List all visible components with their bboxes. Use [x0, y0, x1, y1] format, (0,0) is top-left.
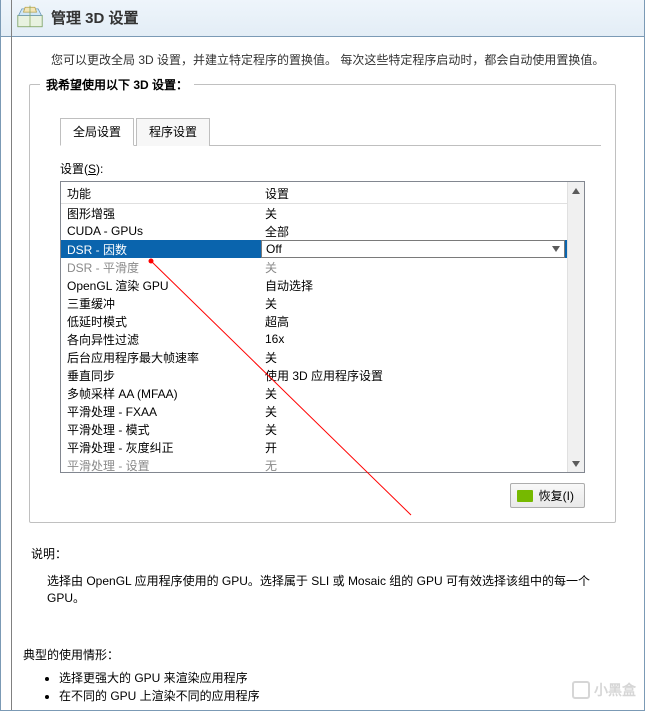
- setting-name: OpenGL 渲染 GPU: [61, 277, 261, 294]
- column-setting[interactable]: 设置: [261, 182, 584, 203]
- setting-value: 16x: [261, 332, 567, 346]
- setting-value: 关: [261, 421, 567, 438]
- table-row[interactable]: CUDA - GPUs全部: [61, 222, 567, 240]
- group-title: 我希望使用以下 3D 设置：: [40, 76, 194, 93]
- table-row[interactable]: 图形增强关: [61, 204, 567, 222]
- restore-label: 恢复(I): [539, 487, 574, 504]
- setting-name: 三重缓冲: [61, 295, 261, 312]
- table-row[interactable]: 平滑处理 - FXAA关: [61, 402, 567, 420]
- settings-label-suf: ):: [96, 162, 103, 176]
- grid-header: 功能 设置: [61, 182, 584, 204]
- table-row[interactable]: OpenGL 渲染 GPU自动选择: [61, 276, 567, 294]
- settings-group: 我希望使用以下 3D 设置： 全局设置 程序设置 设置(S): 功能 设置 图形…: [29, 84, 616, 523]
- restore-button[interactable]: 恢复(I): [510, 483, 585, 508]
- settings-label: 设置(S):: [60, 160, 601, 177]
- setting-name: 平滑处理 - 模式: [61, 421, 261, 438]
- setting-value: 自动选择: [261, 277, 567, 294]
- setting-value: 超高: [261, 313, 567, 330]
- setting-value: 关: [261, 349, 567, 366]
- setting-name: 平滑处理 - 灰度纠正: [61, 439, 261, 456]
- description-block: 说明： 选择由 OpenGL 应用程序使用的 GPU。选择属于 SLI 或 Mo…: [31, 545, 626, 606]
- table-row[interactable]: 多帧采样 AA (MFAA)关: [61, 384, 567, 402]
- scroll-up-button[interactable]: [568, 182, 584, 199]
- watermark-icon: [572, 681, 590, 699]
- list-item: 在不同的 GPU 上渲染不同的应用程序: [59, 687, 626, 704]
- table-row[interactable]: 平滑处理 - 灰度纠正开: [61, 438, 567, 456]
- setting-name: 垂直同步: [61, 367, 261, 384]
- tab-global[interactable]: 全局设置: [60, 118, 134, 146]
- setting-name: 平滑处理 - FXAA: [61, 403, 261, 420]
- chevron-down-icon: [552, 244, 560, 254]
- grid-body: 图形增强关CUDA - GPUs全部DSR - 因数OffDSR - 平滑度关O…: [61, 204, 584, 472]
- setting-value-dropdown[interactable]: Off: [261, 240, 565, 258]
- setting-name: CUDA - GPUs: [61, 224, 261, 238]
- setting-name: DSR - 因数: [61, 241, 261, 258]
- table-row[interactable]: 平滑处理 - 模式关: [61, 420, 567, 438]
- 3d-cube-icon: [17, 4, 43, 30]
- usage-label: 典型的使用情形：: [23, 646, 626, 663]
- setting-value: 开: [261, 439, 567, 456]
- setting-value: 关: [261, 259, 567, 276]
- restore-row: 恢复(I): [44, 483, 585, 508]
- table-row[interactable]: DSR - 平滑度关: [61, 258, 567, 276]
- setting-name: 各向异性过滤: [61, 331, 261, 348]
- table-row[interactable]: DSR - 因数 Off: [61, 240, 567, 258]
- table-row[interactable]: 垂直同步使用 3D 应用程序设置: [61, 366, 567, 384]
- table-row[interactable]: 三重缓冲关: [61, 294, 567, 312]
- settings-label-pre: 设置(: [60, 162, 88, 176]
- table-row[interactable]: 各向异性过滤16x: [61, 330, 567, 348]
- page-title: 管理 3D 设置: [51, 7, 139, 28]
- usage-block: 典型的使用情形： 选择更强大的 GPU 来渲染应用程序 在不同的 GPU 上渲染…: [23, 646, 626, 704]
- setting-value: 关: [261, 385, 567, 402]
- table-row[interactable]: 后台应用程序最大帧速率关: [61, 348, 567, 366]
- column-feature[interactable]: 功能: [61, 182, 261, 203]
- description-text: 选择由 OpenGL 应用程序使用的 GPU。选择属于 SLI 或 Mosaic…: [47, 572, 626, 606]
- description-label: 说明：: [31, 545, 626, 562]
- setting-name: 图形增强: [61, 205, 261, 222]
- usage-list: 选择更强大的 GPU 来渲染应用程序 在不同的 GPU 上渲染不同的应用程序: [43, 669, 626, 704]
- setting-name: 多帧采样 AA (MFAA): [61, 385, 261, 402]
- watermark: 小黑盒: [572, 680, 636, 700]
- setting-name: 平滑处理 - 设置: [61, 457, 261, 473]
- settings-grid: 功能 设置 图形增强关CUDA - GPUs全部DSR - 因数OffDSR -…: [60, 181, 585, 473]
- vertical-scrollbar[interactable]: [567, 182, 584, 472]
- setting-value: 无: [261, 457, 567, 473]
- setting-name: 后台应用程序最大帧速率: [61, 349, 261, 366]
- dropdown-value: Off: [266, 242, 282, 256]
- setting-value: 关: [261, 295, 567, 312]
- setting-value: 使用 3D 应用程序设置: [261, 367, 567, 384]
- setting-value: 关: [261, 205, 567, 222]
- setting-name: DSR - 平滑度: [61, 259, 261, 276]
- page-root: 管理 3D 设置 您可以更改全局 3D 设置，并建立特定程序的置换值。 每次这些…: [0, 0, 645, 711]
- tab-program[interactable]: 程序设置: [136, 118, 210, 146]
- scroll-down-button[interactable]: [568, 455, 584, 472]
- tab-bar: 全局设置 程序设置: [60, 117, 601, 146]
- setting-value: 全部: [261, 223, 567, 240]
- settings-label-hotkey: S: [88, 162, 96, 176]
- page-header: 管理 3D 设置: [1, 0, 644, 37]
- vertical-rule: [11, 0, 12, 710]
- table-row[interactable]: 低延时模式超高: [61, 312, 567, 330]
- watermark-text: 小黑盒: [594, 680, 636, 700]
- list-item: 选择更强大的 GPU 来渲染应用程序: [59, 669, 626, 686]
- table-row[interactable]: 平滑处理 - 设置无: [61, 456, 567, 472]
- setting-value: 关: [261, 403, 567, 420]
- nvidia-logo-icon: [517, 490, 533, 502]
- setting-name: 低延时模式: [61, 313, 261, 330]
